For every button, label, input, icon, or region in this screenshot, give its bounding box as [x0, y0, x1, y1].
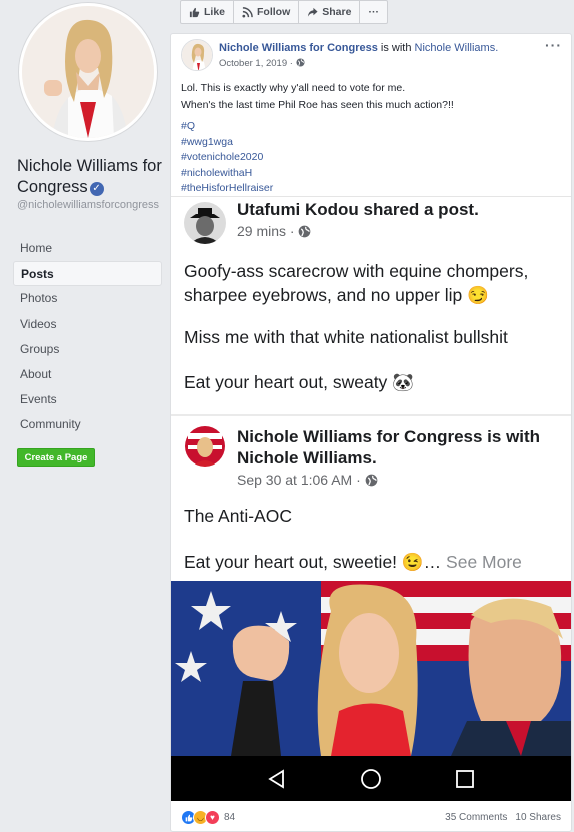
- android-navigation-bar: [171, 756, 571, 801]
- post-header: Nichole Williams for Congress is with Ni…: [219, 42, 498, 54]
- sharer-avatar: [184, 202, 226, 244]
- post-card: Nichole Williams for Congress is with Ni…: [170, 33, 572, 832]
- sharer-time: 29 mins ·: [237, 223, 311, 239]
- original-post-time: Sep 30 at 1:06 AM ·: [237, 472, 378, 488]
- post-message-line: Lol. This is exactly why y'all need to v…: [181, 82, 406, 94]
- hashtag-link[interactable]: #nicholewithaH: [181, 166, 273, 182]
- globe-icon: [296, 58, 305, 67]
- hashtag-link[interactable]: #wwg1wga: [181, 135, 273, 151]
- original-text-line: Eat your heart out, sweetie! 😉… See More: [184, 552, 522, 572]
- page-action-bar: Like Follow Share ···: [180, 0, 388, 24]
- page-name[interactable]: Nichole Williams for Congress ✓: [17, 156, 167, 198]
- post-author-link[interactable]: Nichole Williams for Congress: [219, 42, 378, 54]
- globe-icon: [299, 225, 311, 238]
- nav-item-posts[interactable]: Posts: [13, 261, 162, 287]
- create-page-button[interactable]: Create a Page: [17, 448, 95, 467]
- tagged-user-link[interactable]: Nichole Williams.: [415, 42, 499, 54]
- globe-icon: [365, 474, 377, 487]
- post-options-button[interactable]: ···: [545, 37, 562, 53]
- hashtag-link[interactable]: #theHisforHellraiser: [181, 181, 273, 197]
- post-photo[interactable]: [171, 581, 571, 756]
- hashtag-link[interactable]: #votenichole2020: [181, 150, 273, 166]
- page-nav: Home Posts Photos Videos Groups About Ev…: [13, 236, 162, 438]
- nav-item-photos[interactable]: Photos: [13, 286, 162, 311]
- hashtag-link[interactable]: #Q: [181, 119, 273, 135]
- reactions-summary[interactable]: ◡ ♥ 84: [181, 810, 235, 825]
- post-message-line: When's the last time Phil Roe has seen t…: [181, 99, 454, 111]
- shared-text-line: Goofy-ass scarecrow with equine chompers…: [184, 261, 529, 281]
- original-text-line: The Anti-AOC: [184, 506, 292, 526]
- see-more-link: See More: [441, 552, 522, 572]
- share-arrow-icon: [308, 7, 318, 17]
- follow-page-button[interactable]: Follow: [234, 1, 300, 23]
- shares-count-link[interactable]: 10 Shares: [515, 812, 561, 823]
- love-reaction-icon: ♥: [205, 810, 220, 825]
- divider: [171, 414, 571, 416]
- nav-item-groups[interactable]: Groups: [13, 337, 162, 362]
- like-label: Like: [204, 6, 226, 18]
- shared-text-line: sharpee eyebrows, and no upper lip 😏: [184, 285, 489, 305]
- nav-item-home[interactable]: Home: [13, 236, 162, 261]
- shared-text-line: Miss me with that white nationalist bull…: [184, 327, 508, 347]
- post-image-screenshot[interactable]: Utafumi Kodou shared a post. 29 mins · G…: [171, 196, 571, 593]
- post-message: Lol. This is exactly why y'all need to v…: [181, 80, 454, 114]
- back-icon: [268, 768, 285, 789]
- post-hashtags: #Q #wwg1wga #votenichole2020 #nicholewit…: [181, 119, 273, 197]
- page-profile-photo[interactable]: [19, 3, 157, 141]
- page-sidebar: Nichole Williams for Congress ✓ @nicholew…: [0, 0, 170, 832]
- post-author-avatar[interactable]: [181, 39, 213, 71]
- reaction-count: 84: [224, 812, 236, 823]
- original-author-avatar: [184, 425, 226, 467]
- like-page-button[interactable]: Like: [181, 1, 235, 23]
- recents-square-icon: [455, 769, 474, 788]
- nav-item-community[interactable]: Community: [13, 412, 162, 437]
- nav-item-events[interactable]: Events: [13, 387, 162, 412]
- nav-item-videos[interactable]: Videos: [13, 312, 162, 337]
- more-options-button[interactable]: ···: [360, 1, 387, 23]
- post-stats: 35 Comments 10 Shares: [445, 812, 561, 823]
- nav-item-about[interactable]: About: [13, 362, 162, 387]
- share-page-button[interactable]: Share: [299, 1, 361, 23]
- home-circle-icon: [361, 768, 381, 789]
- with-text: is with: [377, 42, 415, 54]
- post-timestamp[interactable]: October 1, 2019 ·: [219, 58, 305, 69]
- original-author-name-line: Nichole Williams for Congress is with: [237, 427, 541, 446]
- page-handle[interactable]: @nicholewilliamsforcongress: [17, 200, 163, 211]
- follow-label: Follow: [257, 6, 291, 18]
- rss-icon: [242, 6, 253, 18]
- thumbs-up-icon: [189, 7, 200, 17]
- sharer-name: Utafumi Kodou shared a post.: [237, 200, 479, 219]
- share-label: Share: [322, 6, 352, 18]
- verified-badge-icon: ✓: [89, 182, 104, 196]
- shared-text-line: Eat your heart out, sweaty 🐼: [184, 372, 414, 392]
- comments-count-link[interactable]: 35 Comments: [445, 812, 507, 823]
- original-author-name-line: Nichole Williams.: [237, 448, 377, 467]
